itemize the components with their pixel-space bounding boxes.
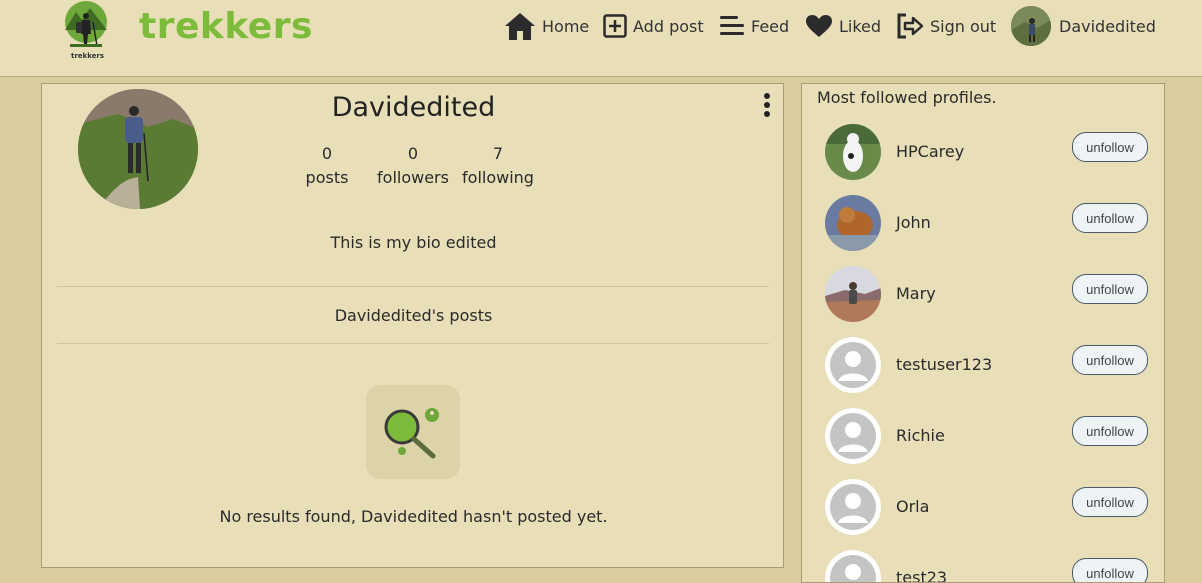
stat-following: 7 following bbox=[460, 144, 536, 187]
profile-bio: This is my bio edited bbox=[330, 233, 497, 252]
profile-name[interactable]: Orla bbox=[896, 497, 929, 516]
unfollow-button[interactable]: unfollow bbox=[1072, 345, 1148, 375]
profile-avatar[interactable] bbox=[825, 124, 881, 180]
stat-posts: 0 posts bbox=[298, 144, 356, 187]
posts-section-title: Davidedited's posts bbox=[334, 306, 493, 325]
profile-avatar[interactable] bbox=[825, 266, 881, 322]
nav-home-label: Home bbox=[542, 16, 590, 36]
menu-lines-icon bbox=[720, 16, 744, 35]
trekkers-logo[interactable] bbox=[62, 0, 110, 60]
sign-out-icon bbox=[897, 13, 924, 39]
profile-name[interactable]: testuser123 bbox=[896, 355, 992, 374]
profile-name[interactable]: John bbox=[896, 213, 931, 232]
stat-posts-value: 0 bbox=[321, 144, 333, 163]
home-icon bbox=[505, 13, 535, 40]
nav-user-name: Davidedited bbox=[1059, 16, 1156, 36]
followed-profile-row: John unfollow bbox=[802, 195, 1164, 255]
default-avatar-icon[interactable] bbox=[825, 550, 881, 582]
most-followed-title: Most followed profiles. bbox=[817, 88, 997, 107]
nav-feed[interactable]: Feed bbox=[719, 10, 789, 42]
nav-add-post[interactable]: Add post bbox=[603, 10, 704, 42]
no-results-search-icon bbox=[366, 385, 460, 479]
followed-profile-row: testuser123 unfollow bbox=[802, 337, 1164, 397]
no-results-message: No results found, Davidedited hasn't pos… bbox=[219, 507, 608, 526]
nav-user-avatar bbox=[1011, 6, 1051, 46]
heart-icon bbox=[806, 15, 832, 37]
nav-profile[interactable]: Davidedited bbox=[1011, 6, 1156, 46]
navbar: trekkers trekkers Home Add post Feed Lik… bbox=[0, 0, 1202, 77]
default-avatar-icon[interactable] bbox=[825, 479, 881, 535]
profile-name[interactable]: test23 bbox=[896, 568, 947, 582]
nav-add-post-label: Add post bbox=[633, 16, 704, 36]
unfollow-button[interactable]: unfollow bbox=[1072, 132, 1148, 162]
followed-profile-row: test23 unfollow bbox=[802, 550, 1164, 582]
nav-liked-label: Liked bbox=[839, 16, 882, 36]
plus-square-icon bbox=[603, 14, 627, 38]
divider bbox=[57, 343, 769, 344]
stat-following-label: following bbox=[462, 168, 534, 187]
nav-liked[interactable]: Liked bbox=[805, 10, 881, 42]
profile-name[interactable]: Richie bbox=[896, 426, 945, 445]
unfollow-button[interactable]: unfollow bbox=[1072, 203, 1148, 233]
brand-name[interactable]: trekkers bbox=[139, 6, 313, 47]
unfollow-button[interactable]: unfollow bbox=[1072, 416, 1148, 446]
unfollow-button[interactable]: unfollow bbox=[1072, 558, 1148, 582]
profile-name: Davidedited bbox=[331, 92, 496, 123]
unfollow-button[interactable]: unfollow bbox=[1072, 487, 1148, 517]
nav-sign-out-label: Sign out bbox=[930, 16, 997, 36]
followed-profile-row: HPCarey unfollow bbox=[802, 124, 1164, 184]
more-options-icon[interactable] bbox=[761, 92, 773, 118]
profile-card: Davidedited 0 posts 0 followers 7 follow… bbox=[41, 83, 784, 568]
profile-avatar[interactable] bbox=[825, 195, 881, 251]
default-avatar-icon[interactable] bbox=[825, 408, 881, 464]
profile-name[interactable]: Mary bbox=[896, 284, 936, 303]
followed-profile-row: Orla unfollow bbox=[802, 479, 1164, 539]
stat-followers-value: 0 bbox=[407, 144, 419, 163]
stat-followers: 0 followers bbox=[374, 144, 452, 187]
unfollow-button[interactable]: unfollow bbox=[1072, 274, 1148, 304]
stat-followers-label: followers bbox=[377, 168, 449, 187]
stat-posts-label: posts bbox=[305, 168, 349, 187]
logo-caption: trekkers bbox=[71, 52, 105, 60]
nav-home[interactable]: Home bbox=[504, 10, 589, 42]
divider bbox=[57, 286, 769, 287]
stat-following-value: 7 bbox=[492, 144, 504, 163]
followed-profile-row: Richie unfollow bbox=[802, 408, 1164, 468]
followed-profile-row: Mary unfollow bbox=[802, 266, 1164, 326]
default-avatar-icon[interactable] bbox=[825, 337, 881, 393]
nav-feed-label: Feed bbox=[751, 16, 790, 36]
profile-name[interactable]: HPCarey bbox=[896, 142, 964, 161]
most-followed-panel: Most followed profiles. HPCarey unfollow… bbox=[801, 83, 1165, 583]
nav-sign-out[interactable]: Sign out bbox=[896, 10, 996, 42]
